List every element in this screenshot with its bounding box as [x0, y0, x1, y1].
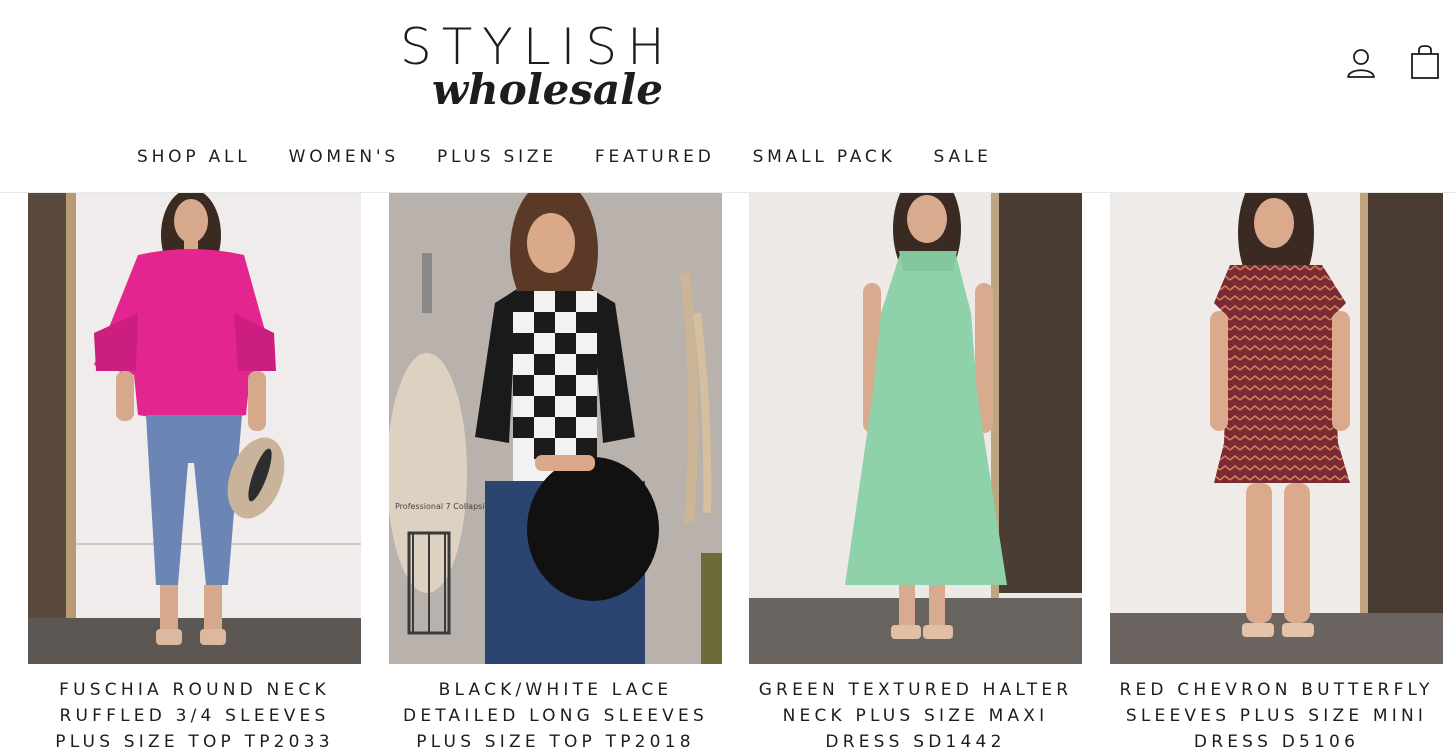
site-header: STYLISH wholesale SHOP ALL WOMEN'S PLUS … [0, 0, 1456, 193]
user-icon [1347, 49, 1375, 78]
model-black-white-top-photo: Professional 7 Collapsible [389, 193, 722, 664]
product-card[interactable]: FUSCHIA ROUND NECK RUFFLED 3/4 SLEEVES P… [28, 193, 361, 755]
product-title[interactable]: GREEN TEXTURED HALTER NECK PLUS SIZE MAX… [749, 677, 1082, 755]
dress-form-label: Professional 7 Collapsible [395, 502, 497, 511]
product-title[interactable]: FUSCHIA ROUND NECK RUFFLED 3/4 SLEEVES P… [28, 677, 361, 755]
product-image[interactable] [749, 193, 1082, 664]
product-card[interactable]: Professional 7 Collapsible BLACK/WHITE L… [389, 193, 722, 755]
account-button[interactable] [1344, 46, 1378, 80]
nav-small-pack[interactable]: SMALL PACK [734, 140, 915, 174]
brand-logo[interactable]: STYLISH wholesale [380, 18, 710, 118]
product-image[interactable] [1110, 193, 1443, 664]
nav-womens[interactable]: WOMEN'S [270, 140, 418, 174]
nav-featured[interactable]: FEATURED [576, 140, 734, 174]
model-green-dress-photo [749, 193, 1082, 664]
product-grid: FUSCHIA ROUND NECK RUFFLED 3/4 SLEEVES P… [28, 193, 1444, 755]
product-title[interactable]: BLACK/WHITE LACE DETAILED LONG SLEEVES P… [389, 677, 722, 755]
product-card[interactable]: GREEN TEXTURED HALTER NECK PLUS SIZE MAX… [749, 193, 1082, 755]
model-fuschia-top-photo [28, 193, 361, 664]
nav-plus-size[interactable]: PLUS SIZE [418, 140, 576, 174]
product-card[interactable]: RED CHEVRON BUTTERFLY SLEEVES PLUS SIZE … [1110, 193, 1443, 755]
product-title[interactable]: RED CHEVRON BUTTERFLY SLEEVES PLUS SIZE … [1110, 677, 1443, 755]
nav-sale[interactable]: SALE [915, 140, 1011, 174]
cart-button[interactable] [1408, 44, 1442, 80]
model-red-dress-photo [1110, 193, 1443, 664]
shopping-bag-icon [1411, 45, 1439, 79]
logo-text-bottom: wholesale [432, 65, 663, 114]
nav-shop-all[interactable]: SHOP ALL [118, 140, 270, 174]
product-image[interactable]: Professional 7 Collapsible [389, 193, 722, 664]
product-image[interactable] [28, 193, 361, 664]
main-navigation: SHOP ALL WOMEN'S PLUS SIZE FEATURED SMAL… [118, 140, 1011, 174]
